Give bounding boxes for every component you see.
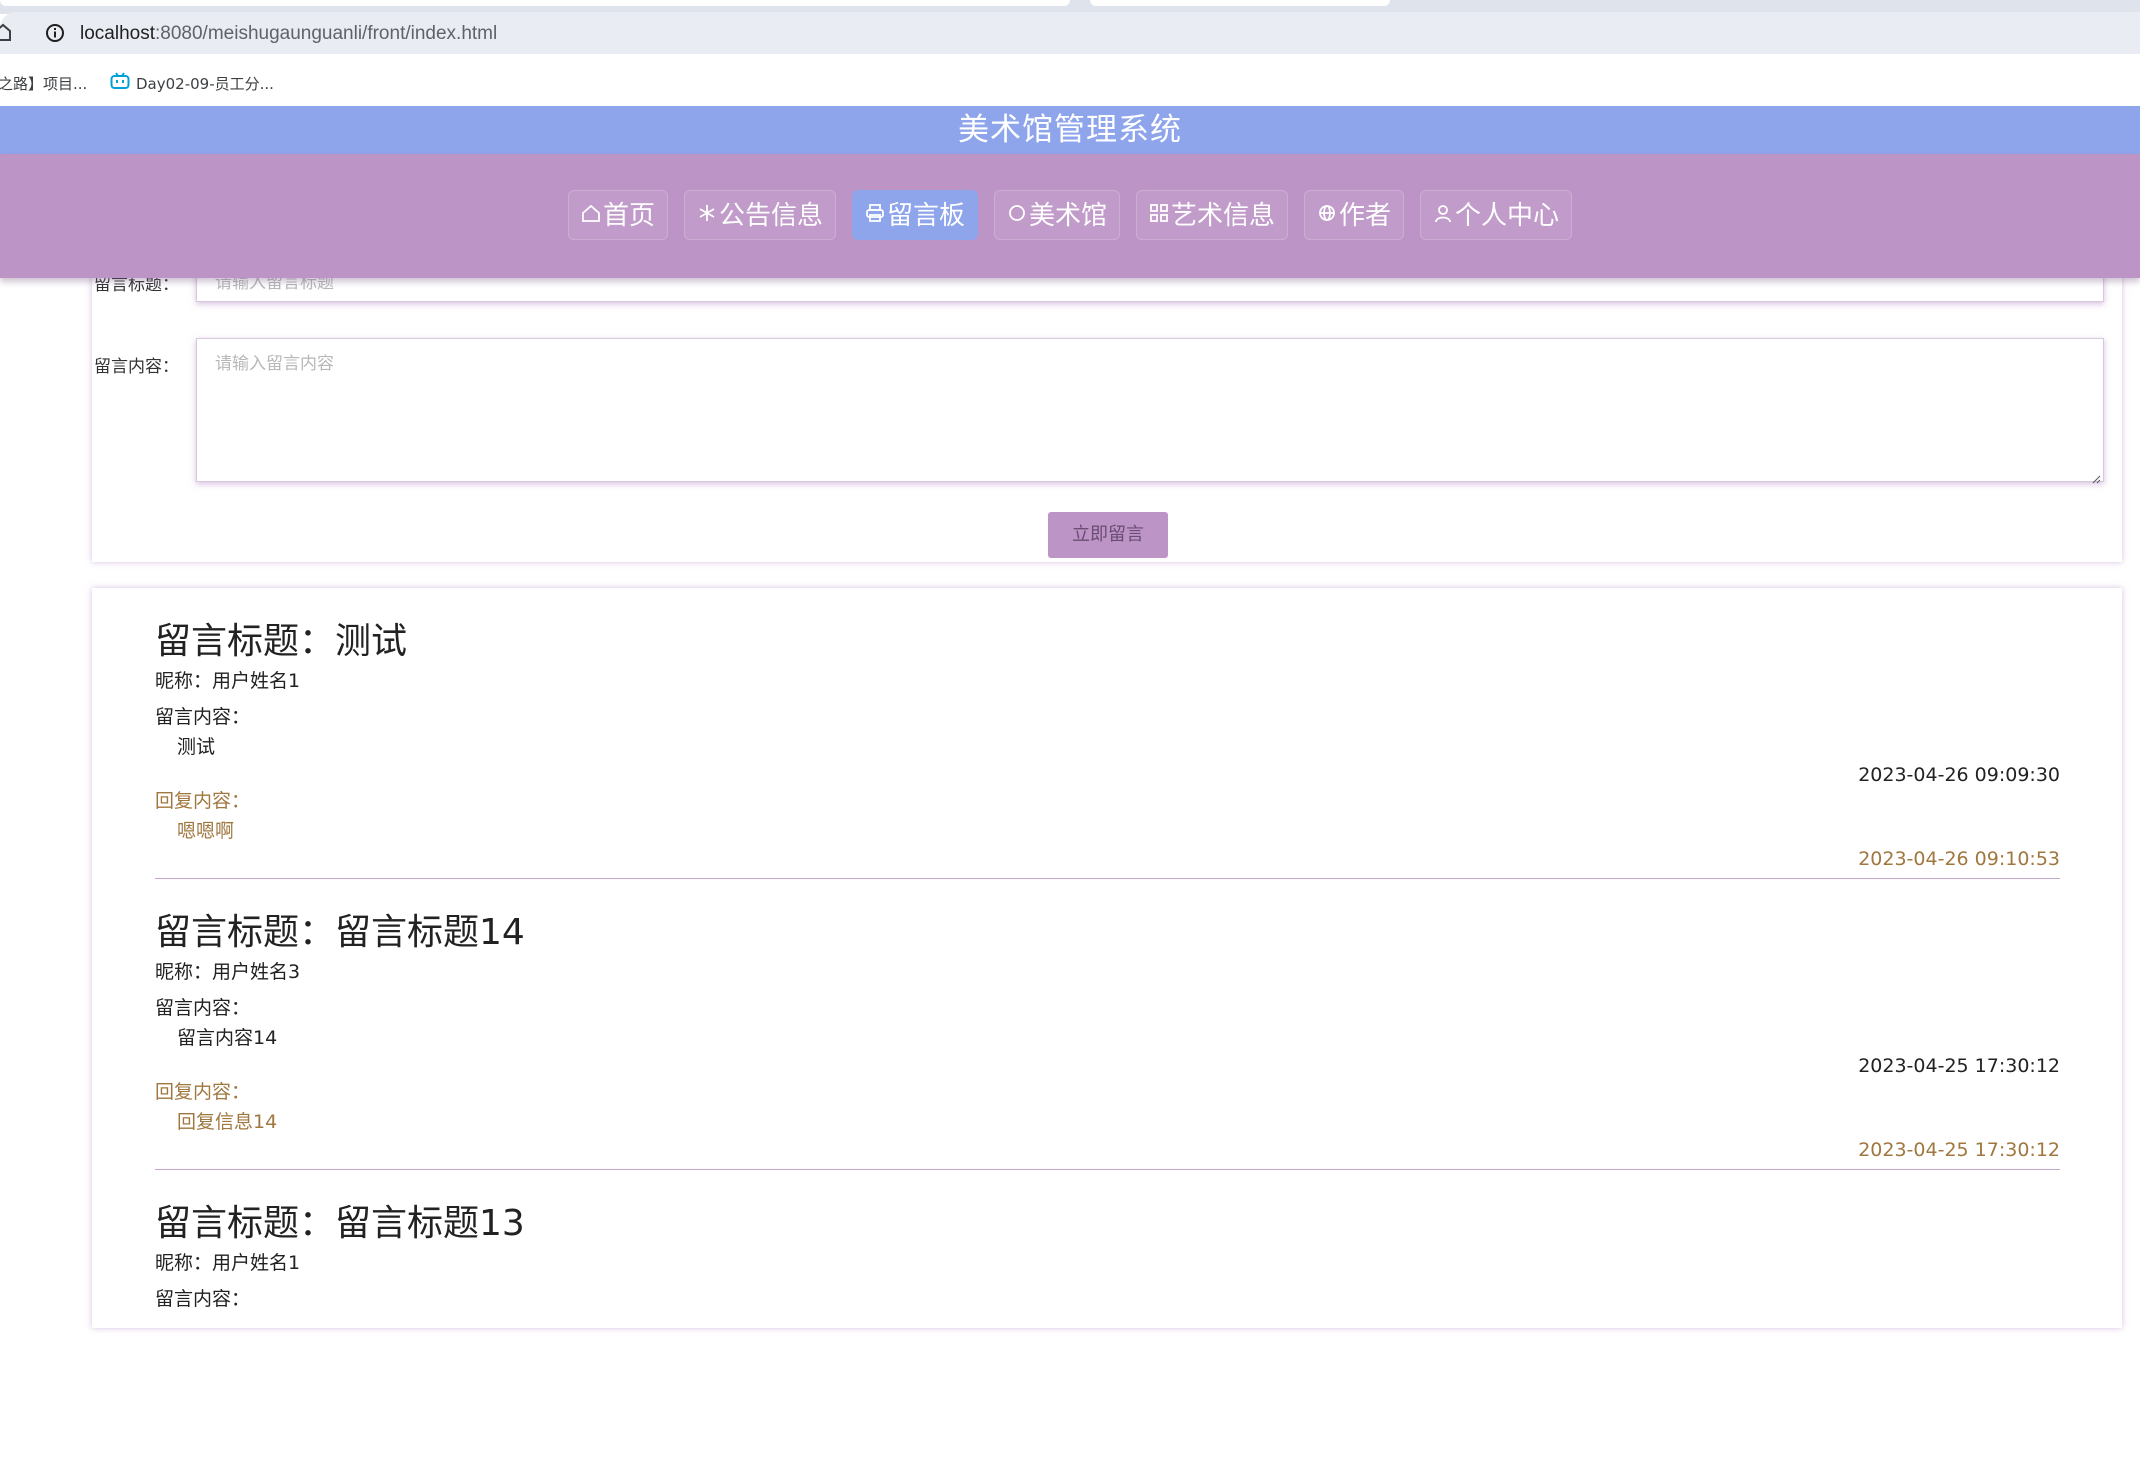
nav-label: 个人中心 (1455, 201, 1560, 231)
message-time: 2023-04-25 17:30:12 (1858, 1055, 2060, 1077)
message-title: 留言标题：测试 (155, 621, 408, 662)
message-item: 留言标题：留言标题14 昵称：用户姓名3 留言内容： 留言内容14 2023-0… (155, 879, 2060, 1170)
printer-icon (865, 190, 885, 240)
nav-label: 美术馆 (1028, 201, 1107, 231)
home-icon[interactable] (0, 22, 12, 42)
message-list: 留言标题：测试 昵称：用户姓名1 留言内容： 测试 2023-04-26 09:… (92, 588, 2122, 1328)
home-icon (581, 190, 601, 240)
message-content: 测试 (177, 736, 216, 758)
message-title: 留言标题：留言标题14 (155, 912, 525, 953)
bookmark-item[interactable]: Day02-09-员工分... (110, 72, 274, 96)
message-content-label: 留言内容： (155, 997, 251, 1019)
nav-item-message-board[interactable]: 留言板 (851, 190, 978, 240)
resize-handle-icon[interactable] (2091, 469, 2101, 484)
bookmark-label: Day02-09-员工分... (136, 75, 274, 93)
content-field-label: 留言内容： (94, 357, 179, 377)
reply-time: 2023-04-25 17:30:12 (1858, 1139, 2060, 1161)
message-time: 2023-04-26 09:09:30 (1858, 764, 2060, 786)
nav-item-authors[interactable]: 作者 (1304, 190, 1405, 240)
reply-time: 2023-04-26 09:10:53 (1858, 848, 2060, 870)
reply-content: 嗯嗯啊 (177, 820, 235, 842)
nav-label: 留言板 (886, 201, 965, 231)
reply-label: 回复内容： (155, 1081, 251, 1103)
bookmark-item[interactable]: 之路】项目... (0, 72, 87, 96)
nav-item-announcements[interactable]: 公告信息 (683, 190, 836, 240)
nav-item-personal-center[interactable]: 个人中心 (1420, 190, 1573, 240)
globe-icon (1317, 190, 1337, 240)
person-icon (1433, 190, 1453, 240)
nav-label: 作者 (1339, 201, 1392, 231)
nav-label: 艺术信息 (1171, 201, 1276, 231)
nav-list: 首页 公告信息 留言板 美术馆 艺术信息 作者 个人中心 (0, 190, 2140, 242)
nav-item-art-info[interactable]: 艺术信息 (1136, 190, 1289, 240)
content-placeholder: 请输入留言内容 (215, 354, 334, 374)
reply-content: 回复信息14 (177, 1111, 278, 1133)
message-nickname: 昵称：用户姓名3 (155, 961, 301, 983)
circle-icon (1007, 190, 1027, 240)
site-info-icon[interactable] (44, 22, 66, 44)
message-form: 留言标题： 请输入留言标题 留言内容： 请输入留言内容 立即留言 (92, 240, 2122, 562)
url-path: :8080/meishugaunguanli/front/index.html (155, 23, 498, 44)
message-nickname: 昵称：用户姓名1 (155, 1252, 301, 1274)
browser-tab[interactable] (0, 0, 1070, 6)
nav-item-gallery[interactable]: 美术馆 (993, 190, 1120, 240)
message-title: 留言标题：留言标题13 (155, 1203, 525, 1244)
url-host: localhost (80, 23, 155, 44)
message-content-label: 留言内容： (155, 706, 251, 728)
nav-label: 公告信息 (718, 201, 823, 231)
main-nav: 首页 公告信息 留言板 美术馆 艺术信息 作者 个人中心 (0, 154, 2140, 278)
url-text[interactable]: localhost:8080/meishugaunguanli/front/in… (80, 20, 497, 48)
reply-label: 回复内容： (155, 790, 251, 812)
snowflake-icon (697, 190, 717, 240)
browser-tab[interactable] (1090, 0, 1390, 6)
bilibili-icon (110, 72, 130, 97)
nav-item-home[interactable]: 首页 (567, 190, 668, 240)
content-textarea[interactable]: 请输入留言内容 (196, 338, 2104, 484)
grid-icon (1149, 190, 1169, 240)
bookmark-label: 之路】项目... (0, 75, 88, 93)
bookmarks-bar: 之路】项目... Day02-09-员工分... (0, 64, 2140, 104)
nav-label: 首页 (602, 201, 655, 231)
message-item: 留言标题：测试 昵称：用户姓名1 留言内容： 测试 2023-04-26 09:… (155, 588, 2060, 879)
site-title: 美术馆管理系统 (958, 112, 1182, 148)
site-title-bar: 美术馆管理系统 (0, 106, 2140, 154)
message-item: 留言标题：留言标题13 昵称：用户姓名1 留言内容： (155, 1170, 2060, 1461)
submit-message-button[interactable]: 立即留言 (1048, 512, 1168, 558)
message-content: 留言内容14 (177, 1027, 278, 1049)
message-nickname: 昵称：用户姓名1 (155, 670, 301, 692)
